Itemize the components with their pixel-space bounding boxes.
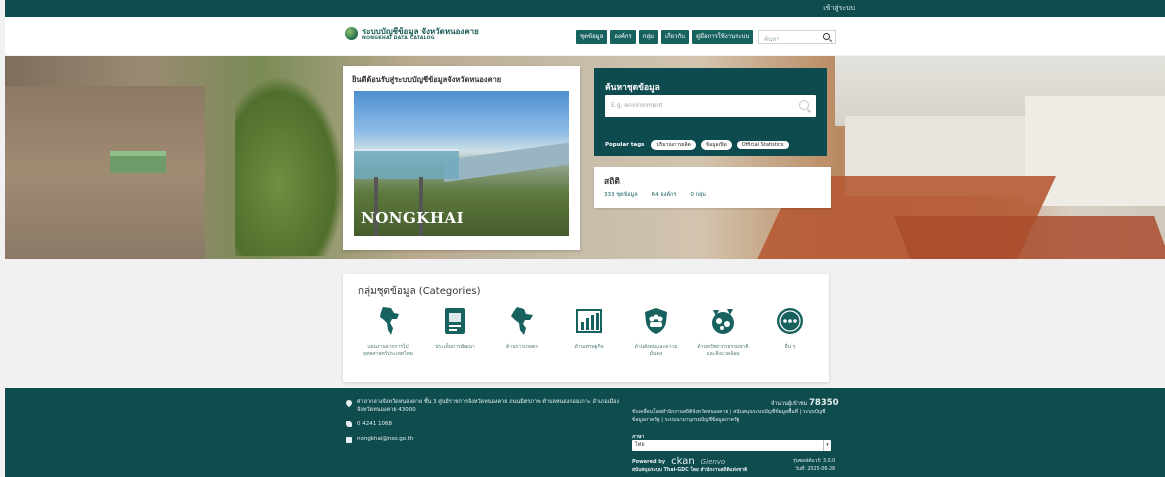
main-nav: ชุดข้อมูล องค์กร กลุ่ม เกี่ยวกับ คู่มือก…	[576, 30, 754, 44]
nav-groups[interactable]: กลุ่ม	[638, 30, 658, 44]
stats-title: สถิติ	[604, 177, 620, 187]
supported-by: สนับสนุนระบบ Thai-GDC โดย สำนักงานสถิติแ…	[632, 468, 748, 473]
visitor-counter: จำนวนผู้เข้าชม 78350	[771, 398, 839, 408]
category-item[interactable]: อื่น ๆ	[761, 306, 819, 358]
category-label: และสิ่งแวดล้อม	[706, 351, 740, 357]
stat-groups[interactable]: 0 กลุ่ม	[690, 191, 706, 199]
stat-organizations[interactable]: 64 องค์กร	[652, 191, 677, 199]
visitor-count: 78350	[808, 398, 839, 408]
header-search-placeholder: ค้นหา	[764, 36, 780, 43]
phone-icon	[346, 421, 352, 427]
welcome-card: ยินดีต้อนรับสู่ระบบบัญชีข้อมูลจังหวัดหนอ…	[343, 66, 580, 250]
tag-chip[interactable]: ข้อมูลเปิด	[700, 140, 732, 150]
dataset-search-input[interactable]: E.g. environment	[605, 95, 816, 117]
shield-people-icon	[641, 306, 671, 336]
chevron-down-icon[interactable]: ▾	[823, 440, 831, 451]
email-icon	[346, 437, 352, 443]
nav-manual[interactable]: คู่มือการใช้งานระบบ	[692, 30, 754, 44]
search-card-title: ค้นหาชุดข้อมูล	[605, 83, 660, 93]
page: เข้าสู่ระบบ ระบบบัญชีข้อมูล จังหวัดหนองค…	[0, 0, 1165, 477]
stats-row: 333 ชุดข้อมูล 64 องค์กร 0 กลุ่ม	[604, 191, 706, 199]
release-date: วันที่: 2025-06-26	[795, 467, 836, 472]
categories-title: กลุ่มชุดข้อมูล (Categories)	[358, 286, 481, 297]
bar-chart-icon	[574, 306, 604, 336]
footer-links-line[interactable]: ข้อมูลภาครัฐ | ระบบนามานุกรมบัญชีข้อมูลภ…	[632, 417, 740, 423]
category-label: ยุทธศาสตร์ประเทศไทย	[363, 351, 413, 357]
tag-chip[interactable]: ปริมาณการผลิต	[651, 140, 696, 150]
photo-pillar	[419, 177, 423, 236]
location-icon	[344, 398, 354, 408]
category-label: แผนงานจากการไป	[367, 344, 409, 350]
category-label: อื่น ๆ	[784, 344, 796, 350]
document-icon	[440, 306, 470, 336]
dataset-search-placeholder: E.g. environment	[611, 102, 663, 109]
category-label: มั่นคง	[649, 351, 663, 357]
search-icon[interactable]	[799, 100, 809, 110]
login-link[interactable]: เข้าสู่ระบบ	[823, 3, 855, 14]
tag-chip[interactable]: Official Statistics	[736, 141, 789, 149]
nav-organizations[interactable]: องค์กร	[610, 30, 636, 44]
footer-links-line[interactable]: ขับเคลื่อนโดยสำนักงานสถิติจังหวัดหนองคาย…	[632, 409, 825, 415]
visitor-label: จำนวนผู้เข้าชม	[771, 401, 808, 407]
software-version: รุ่นซอฟต์แวร์: 3.0.0	[793, 459, 836, 464]
category-item[interactable]: ด้านการเกษตร	[493, 306, 551, 358]
popular-tags: Popular tags ปริมาณการผลิต ข้อมูลเปิด Of…	[605, 140, 789, 150]
category-label: ด้านสังคมและความ	[634, 344, 678, 350]
welcome-title: ยินดีต้อนรับสู่ระบบบัญชีข้อมูลจังหวัดหนอ…	[352, 75, 502, 84]
footer-email[interactable]: nongkhai@nso.go.th	[357, 435, 413, 443]
powered-by-label: Powered by	[632, 458, 666, 465]
photo-caption: NONGKHAI	[361, 209, 465, 227]
site-subtitle: NONGKHAI DATA CATALOG	[362, 36, 435, 41]
photo-skywalk	[354, 149, 459, 179]
nav-datasets[interactable]: ชุดข้อมูล	[576, 30, 608, 44]
gienvo-logo[interactable]: Gienvo	[701, 458, 726, 466]
site-logo-icon[interactable]	[345, 27, 358, 40]
thailand-map-icon	[373, 306, 403, 336]
language-value: ไทย	[635, 442, 645, 448]
more-icon	[775, 306, 805, 336]
version-info: รุ่นซอฟต์แวร์: 3.0.0 วันที่: 2025-06-26	[793, 458, 835, 474]
nav-about[interactable]: เกี่ยวกับ	[660, 30, 689, 44]
category-label: ประเด็นการพัฒนา	[435, 344, 475, 350]
address-line: จังหวัดหนองคาย 43000	[357, 407, 416, 413]
category-item[interactable]: ประเด็นการพัฒนา	[426, 306, 484, 358]
hero-trees-image	[235, 76, 345, 256]
category-item[interactable]: ด้านสังคมและความ มั่นคง	[627, 306, 685, 358]
hero-banner	[5, 56, 1165, 259]
category-label: ด้านทรัพยากรธรรมชาติ	[697, 344, 749, 350]
category-label: ด้านการเกษตร	[506, 344, 538, 350]
environment-icon	[708, 306, 738, 336]
region-map-icon	[507, 306, 537, 336]
stats-card: สถิติ 333 ชุดข้อมูล 64 องค์กร 0 กลุ่ม	[594, 167, 831, 208]
photo-river	[444, 141, 569, 183]
photo-pillar	[374, 177, 378, 236]
hero-roof-image-2	[894, 216, 1165, 259]
footer-address: ศาลากลางจังหวัดหนองคาย ชั้น 3 ศูนย์ราชกา…	[357, 398, 622, 414]
dataset-search-card: ค้นหาชุดข้อมูล E.g. environment Popular …	[594, 68, 827, 156]
site-header: ระบบบัญชีข้อมูล จังหวัดหนองคาย NONGKHAI …	[5, 17, 1165, 55]
hero-river-image	[5, 86, 205, 259]
hero-pavilion-image	[110, 151, 166, 173]
footer-phone[interactable]: 0 4241 1068	[357, 420, 392, 428]
footer-links[interactable]: ขับเคลื่อนโดยสำนักงานสถิติจังหวัดหนองคาย…	[632, 409, 832, 424]
address-line: ศาลากลางจังหวัดหนองคาย ชั้น 3 ศูนย์ราชกา…	[357, 399, 620, 405]
category-item[interactable]: แผนงานจากการไป ยุทธศาสตร์ประเทศไทย	[359, 306, 417, 358]
category-list: แผนงานจากการไป ยุทธศาสตร์ประเทศไทย ประเด็…	[359, 306, 819, 358]
popular-tags-label: Popular tags	[605, 142, 645, 148]
welcome-photo: NONGKHAI	[354, 91, 569, 236]
category-item[interactable]: ด้านเศรษฐกิจ	[560, 306, 618, 358]
search-icon[interactable]	[823, 33, 830, 40]
top-bar: เข้าสู่ระบบ	[5, 0, 1165, 17]
language-select[interactable]: ไทย ▾	[632, 440, 831, 451]
stat-datasets[interactable]: 333 ชุดข้อมูล	[604, 191, 638, 199]
category-label: ด้านเศรษฐกิจ	[574, 344, 604, 350]
category-item[interactable]: ด้านทรัพยากรธรรมชาติ และสิ่งแวดล้อม	[694, 306, 752, 358]
categories-panel: กลุ่มชุดข้อมูล (Categories) แผนงานจากการ…	[343, 274, 829, 382]
site-footer: ศาลากลางจังหวัดหนองคาย ชั้น 3 ศูนย์ราชกา…	[5, 388, 1165, 477]
header-search-input[interactable]: ค้นหา	[758, 30, 836, 44]
